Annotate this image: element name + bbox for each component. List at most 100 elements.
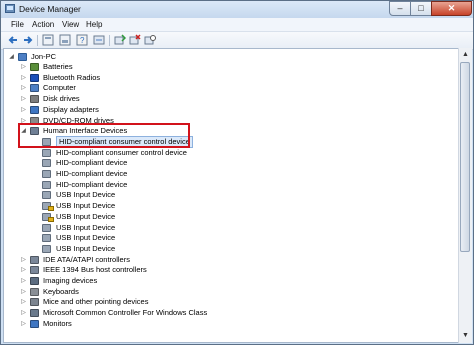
tree-device-item[interactable]: USB Input Device (4, 233, 444, 243)
tree-device-item[interactable]: HID-compliant consumer control device (4, 135, 444, 148)
close-button[interactable]: ✕ (431, 1, 472, 16)
scroll-up-icon[interactable]: ▲ (460, 49, 471, 60)
device-label: HID-compliant device (56, 179, 128, 189)
tree-category[interactable]: ▷ Keyboards (4, 287, 444, 297)
category-label: Imaging devices (43, 276, 98, 285)
tree-device-item[interactable]: HID-compliant consumer control device (4, 148, 444, 158)
tree-category[interactable]: ▷ IEEE 1394 Bus host controllers (4, 265, 444, 275)
tree-category[interactable]: ▷ Microsoft Common Controller For Windows… (4, 308, 444, 318)
tree-device-item[interactable]: HID-compliant device (4, 180, 444, 190)
tree-category[interactable]: ▷ Display adapters (4, 105, 444, 115)
scan-icon[interactable] (93, 34, 105, 46)
expand-arrow-icon[interactable]: ▷ (20, 73, 27, 83)
tree-device-item[interactable]: USB Input Device (4, 212, 444, 222)
expand-arrow-icon[interactable]: ▷ (20, 319, 27, 329)
scrollbar-thumb[interactable] (460, 62, 470, 252)
hid-device-icon (42, 223, 51, 232)
menu-view[interactable]: View (62, 20, 79, 29)
menu-help[interactable]: Help (86, 20, 102, 29)
bluetooth-icon (30, 73, 39, 82)
category-label: Display adapters (43, 104, 99, 114)
uninstall-icon[interactable] (129, 34, 141, 46)
expand-arrow-icon[interactable]: ▷ (20, 308, 27, 318)
minimize-button[interactable]: – (389, 1, 411, 16)
expand-arrow-icon[interactable]: ▷ (20, 62, 27, 72)
category-label: Batteries (43, 62, 73, 71)
warning-icon (48, 216, 54, 222)
expand-arrow-icon[interactable]: ▷ (20, 116, 27, 126)
mouse-icon (30, 298, 39, 307)
expand-arrow-icon[interactable]: ▷ (20, 105, 27, 115)
battery-icon (30, 63, 39, 71)
tree-category[interactable]: ▷ Computer (4, 83, 444, 93)
scroll-down-icon[interactable]: ▼ (460, 330, 471, 341)
category-label: Monitors (43, 318, 72, 328)
maximize-button[interactable]: □ (410, 1, 432, 16)
expand-arrow-icon[interactable]: ▷ (20, 297, 27, 307)
hid-device-icon (42, 191, 51, 200)
show-hide-icon[interactable] (59, 34, 71, 46)
device-label: USB Input Device (56, 201, 116, 211)
vertical-scrollbar[interactable]: ▲ ▼ (458, 48, 472, 343)
tree-root[interactable]: ◢ Jon-PC (4, 52, 444, 62)
ieee1394-icon (30, 266, 39, 275)
disk-icon (30, 95, 39, 104)
expand-arrow-icon[interactable]: ▷ (20, 287, 27, 297)
title-bar[interactable]: Device Manager – □ ✕ (1, 1, 473, 18)
category-label: DVD/CD-ROM drives (43, 115, 114, 125)
collapse-arrow-icon[interactable]: ◢ (20, 126, 27, 136)
tree-category[interactable]: ▷ Disk drives (4, 94, 444, 104)
computer-icon (30, 84, 39, 93)
tree-category[interactable]: ▷ Bluetooth Radios (4, 73, 444, 83)
dvd-icon (30, 116, 39, 125)
computer-icon (18, 53, 27, 61)
tree-category[interactable]: ▷ DVD/CD-ROM drives (4, 116, 444, 126)
expand-arrow-icon[interactable]: ▷ (20, 255, 27, 265)
menu-action[interactable]: Action (32, 20, 54, 29)
tree-device-item[interactable]: HID-compliant device (4, 158, 444, 168)
back-icon[interactable] (7, 34, 19, 46)
device-manager-app-icon (5, 4, 15, 13)
category-label: IEEE 1394 Bus host controllers (43, 265, 147, 275)
category-label: Computer (43, 83, 76, 93)
tree-category[interactable]: ◢ Human Interface Devices (4, 126, 444, 136)
category-label: Disk drives (43, 94, 80, 104)
camera-icon (30, 277, 39, 285)
hid-device-icon (42, 137, 51, 146)
keyboard-icon (30, 287, 39, 296)
tree-device-item[interactable]: HID-compliant device (4, 169, 444, 179)
expand-arrow-icon[interactable]: ▷ (20, 94, 27, 104)
update-driver-icon[interactable] (114, 34, 126, 46)
tree-device-item[interactable]: USB Input Device (4, 244, 444, 254)
forward-icon[interactable] (22, 34, 34, 46)
tree-category[interactable]: ▷ IDE ATA/ATAPI controllers (4, 255, 444, 265)
tree-category[interactable]: ▷ Imaging devices (4, 276, 444, 286)
category-label: Keyboards (43, 286, 79, 296)
expand-arrow-icon[interactable]: ▷ (20, 276, 27, 286)
tree-category[interactable]: ▷ Batteries (4, 62, 444, 72)
warning-icon (48, 206, 54, 212)
tree-device-item[interactable]: USB Input Device (4, 190, 444, 200)
tree-category[interactable]: ▷ Monitors (4, 319, 444, 329)
expand-arrow-icon[interactable]: ▷ (20, 265, 27, 275)
category-label: Mice and other pointing devices (43, 297, 149, 307)
menu-file[interactable]: File (11, 20, 24, 29)
svg-text:?: ? (80, 36, 85, 45)
display-icon (30, 105, 39, 114)
device-label: HID-compliant device (56, 158, 128, 168)
help-icon[interactable]: ? (76, 34, 88, 46)
properties-icon[interactable] (42, 34, 54, 46)
menu-bar: File Action View Help (1, 18, 473, 32)
device-label: USB Input Device (56, 222, 116, 232)
toolbar-separator (109, 35, 110, 46)
tree-device-item[interactable]: USB Input Device (4, 201, 444, 212)
tree-category[interactable]: ▷ Mice and other pointing devices (4, 297, 444, 307)
device-label: USB Input Device (56, 190, 116, 200)
disable-icon[interactable] (144, 34, 156, 46)
collapse-arrow-icon[interactable]: ◢ (8, 52, 15, 62)
hid-device-icon (42, 244, 51, 253)
expand-arrow-icon[interactable]: ▷ (20, 83, 27, 93)
hid-device-icon (42, 159, 51, 168)
controller-icon (30, 309, 39, 318)
tree-device-item[interactable]: USB Input Device (4, 223, 444, 233)
